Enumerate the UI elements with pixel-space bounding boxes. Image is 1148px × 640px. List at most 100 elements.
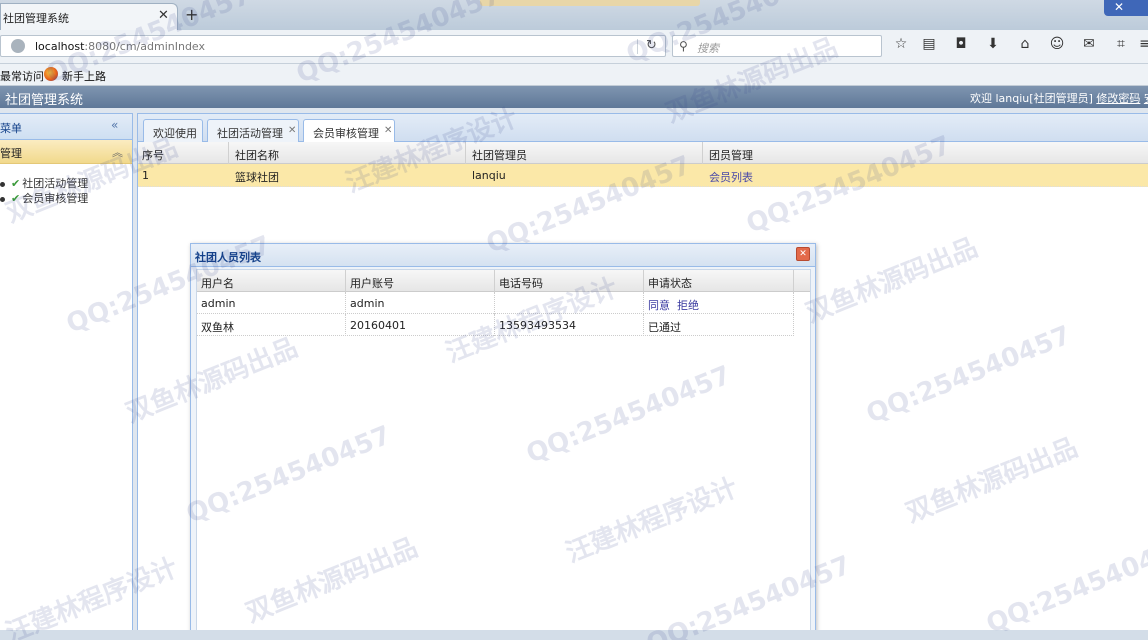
table-row[interactable]: 1 篮球社团 lanqiu 会员列表 [138,164,1148,187]
column-divider [465,142,466,164]
check-icon: ✔ [11,192,21,205]
dialog-header: 社团人员列表 ✕ [191,244,815,267]
app-title: 社团管理系统 [5,93,84,108]
close-icon[interactable]: ✕ [384,125,392,136]
table-row[interactable]: 双鱼林 20160401 13593493534 已通过 [197,314,794,336]
accordion-header[interactable]: 管理 ︽ [0,140,132,164]
column-header[interactable]: 社团管理员 [472,147,527,163]
bookmark-getting-started[interactable]: 新手上路 [62,68,106,84]
cell-divider [643,292,644,314]
column-divider [793,270,794,292]
cell-status-actions: 同意 拒绝 [648,297,699,313]
welcome-text: 欢迎 lanqiu[社团管理员] [970,92,1093,105]
cell-divider [494,292,495,314]
column-divider [702,142,703,164]
logout-link[interactable]: 安 [1144,92,1148,105]
close-icon[interactable]: ✕ [158,8,169,23]
column-header[interactable]: 社团名称 [235,147,279,163]
member-list-link[interactable]: 会员列表 [709,169,753,185]
column-header[interactable]: 团员管理 [709,147,753,163]
tab-decoration [480,0,700,6]
column-header[interactable]: 申请状态 [648,275,692,291]
cell-phone: 13593493534 [499,319,576,332]
firefox-icon [44,67,58,81]
window-close-button[interactable]: ✕ [1104,0,1148,16]
browser-tab[interactable]: 社团管理系统 ✕ [0,3,178,30]
bullet-icon [0,181,5,187]
sidebar-item-member-review[interactable]: ✔ 会员审核管理 [0,190,88,206]
search-input[interactable]: ⚲ 搜索 [672,35,882,57]
url-divider [637,39,638,54]
tab-welcome[interactable]: 欢迎使用 [143,119,203,142]
reload-icon[interactable]: ↻ [646,38,657,53]
reading-list-icon[interactable]: ▤ [920,36,938,52]
close-icon[interactable]: ✕ [288,125,296,136]
chevron-up-icon[interactable]: ︽ [112,144,123,160]
column-divider [643,270,644,292]
close-icon: ✕ [1114,0,1125,14]
collapse-icon[interactable]: « [111,118,118,132]
sidebar: 菜单 « 管理 ︽ ✔ 社团活动管理 ✔ 会员审核管理 [0,113,133,640]
dialog-title: 社团人员列表 [195,251,261,264]
chat-icon[interactable]: ✉ [1080,36,1098,52]
cell-club-admin: lanqiu [472,169,506,182]
cell-club-name: 篮球社团 [235,171,279,184]
tab-label: 欢迎使用 [153,127,197,140]
download-icon[interactable]: ⬇ [984,36,1002,52]
sidebar-item-activity[interactable]: ✔ 社团活动管理 [0,175,88,191]
check-icon: ✔ [11,177,21,190]
emoji-icon[interactable]: ☺ [1048,36,1066,52]
cell-username: 双鱼林 [201,321,234,334]
app-header: 社团管理系统 欢迎 lanqiu[社团管理员] 修改密码 安 [0,86,1148,108]
column-header[interactable]: 用户名 [201,275,234,291]
accordion-title: 管理 [0,147,22,160]
sidebar-header: 菜单 « [0,114,132,140]
menu-icon[interactable]: ≡ [1136,36,1148,52]
tab-member-review[interactable]: 会员审核管理 ✕ [303,119,395,143]
bookmark-most-visited[interactable]: 最常访问 [0,68,44,84]
browser-navbar: localhost:8080/cm/adminIndex ↻ ⚲ 搜索 [0,30,1148,64]
sidebar-item-label: 会员审核管理 [22,192,89,205]
tab-label: 社团活动管理 [217,127,283,140]
url-path: :8080/cm/adminIndex [84,40,206,53]
dialog-grid-header: 用户名 用户账号 电话号码 申请状态 [197,270,810,292]
url-host: localhost [35,40,85,53]
column-divider [345,270,346,292]
reject-link[interactable]: 拒绝 [677,299,699,312]
url-text: localhost:8080/cm/adminIndex [35,40,205,53]
column-divider [494,270,495,292]
cell-index: 1 [142,169,149,182]
pocket-icon[interactable]: ◘ [952,36,970,52]
cell-username: admin [201,297,236,310]
url-bar[interactable]: localhost:8080/cm/adminIndex ↻ [0,35,666,57]
sidebar-item-label: 社团活动管理 [22,177,89,190]
bookmarks-bar: 最常访问 新手上路 [0,64,1148,86]
home-icon[interactable]: ⌂ [1016,36,1034,52]
approve-link[interactable]: 同意 [648,299,670,312]
footer-strip [0,630,1148,640]
column-header[interactable]: 序号 [142,147,164,163]
column-divider [228,142,229,164]
search-icon: ⚲ [679,39,688,53]
cell-divider [793,314,794,336]
table-row[interactable]: admin admin 同意 拒绝 [197,292,794,314]
sidebar-title: 菜单 [0,122,22,135]
cell-account: 20160401 [350,319,406,332]
tab-label: 会员审核管理 [313,127,379,140]
crop-icon[interactable]: ⌗ [1112,36,1130,52]
member-list-dialog: 社团人员列表 ✕ 用户名 用户账号 电话号码 申请状态 admin admin … [190,243,816,640]
cell-divider [643,314,644,336]
close-icon[interactable]: ✕ [796,247,810,261]
column-header[interactable]: 用户账号 [350,275,394,291]
cell-divider [345,292,346,314]
bookmark-star-icon[interactable]: ☆ [892,36,910,52]
search-placeholder: 搜索 [697,42,719,55]
new-tab-icon[interactable]: + [185,5,198,24]
cell-status: 已通过 [648,321,681,334]
dialog-body: 用户名 用户账号 电话号码 申请状态 admin admin 同意 拒绝 双鱼林 [196,269,811,640]
tab-activity[interactable]: 社团活动管理 ✕ [207,119,299,142]
tab-bar: 欢迎使用 社团活动管理 ✕ 会员审核管理 ✕ [138,114,1148,143]
change-password-link[interactable]: 修改密码 [1096,92,1140,105]
column-header[interactable]: 电话号码 [499,275,543,291]
browser-tab-strip: 社团管理系统 ✕ + ✕ [0,0,1148,30]
